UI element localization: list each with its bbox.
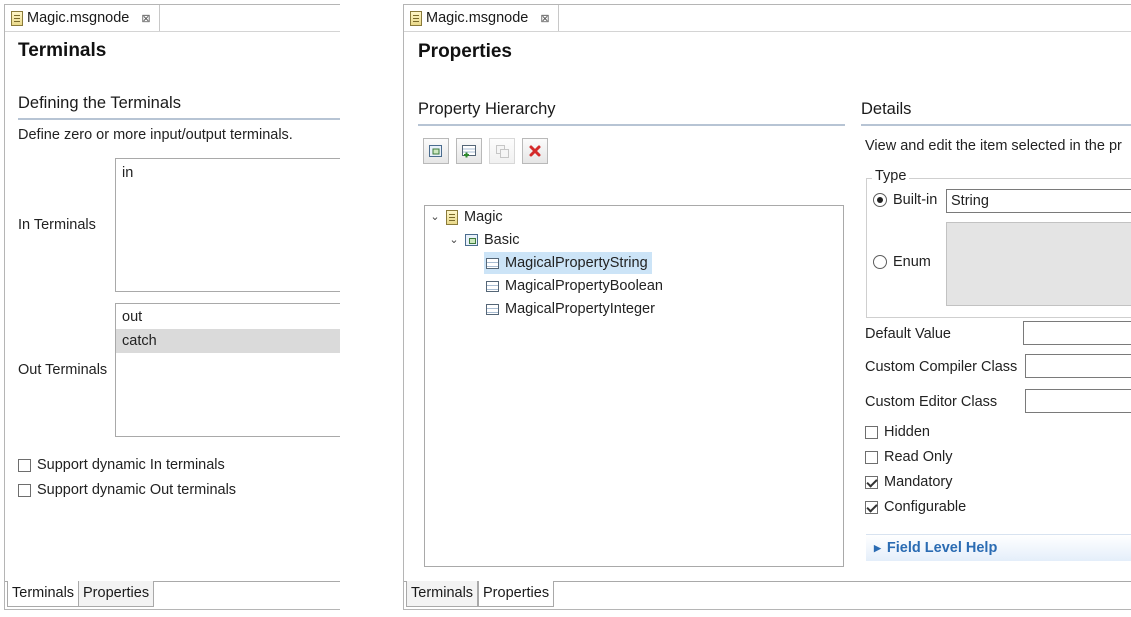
custom-compiler-class-label: Custom Compiler Class <box>865 359 1018 375</box>
tree-node-root[interactable]: ⌄ Magic <box>430 206 503 228</box>
editor-file-tab[interactable]: Magic.msgnode ⊠ <box>5 5 160 32</box>
hierarchy-divider <box>418 124 845 126</box>
add-category-button[interactable] <box>423 138 449 164</box>
file-tab-label: Magic.msgnode <box>27 10 130 26</box>
checkbox-box[interactable] <box>18 458 31 472</box>
property-icon <box>486 257 499 269</box>
tree-node-label: MagicalPropertyBoolean <box>505 278 663 294</box>
field-level-help-label: Field Level Help <box>886 540 998 556</box>
tab-terminals[interactable]: Terminals <box>406 581 479 607</box>
configurable-checkbox[interactable]: Configurable <box>865 499 966 515</box>
tree-node-property-selected[interactable]: MagicalPropertyString <box>484 252 652 274</box>
checkbox-box[interactable] <box>18 483 31 497</box>
close-icon[interactable]: ⊠ <box>540 12 549 25</box>
add-property-icon <box>462 145 476 158</box>
tree-node-property[interactable]: MagicalPropertyBoolean <box>486 275 663 297</box>
page-title: Properties <box>418 41 512 62</box>
tree-node-label: Magic <box>464 209 503 225</box>
in-terminals-list[interactable]: in <box>115 158 340 292</box>
enum-values-list[interactable] <box>946 222 1131 306</box>
delete-button[interactable] <box>522 138 548 164</box>
checkbox-label: Configurable <box>884 499 967 515</box>
add-category-icon <box>429 145 442 157</box>
checkbox-label: Mandatory <box>884 474 953 490</box>
tab-strip-divider <box>404 31 1131 32</box>
tree-node-label: MagicalPropertyInteger <box>505 301 655 317</box>
custom-editor-class-input[interactable] <box>1025 389 1131 413</box>
radio-button[interactable] <box>873 193 887 207</box>
delete-icon <box>529 145 541 157</box>
tab-strip-divider <box>5 31 340 32</box>
type-group-label: Type <box>872 168 910 184</box>
enum-radio[interactable]: Enum <box>873 254 931 270</box>
hidden-checkbox[interactable]: Hidden <box>865 424 930 440</box>
tab-properties[interactable]: Properties <box>478 581 555 607</box>
property-icon <box>486 303 499 315</box>
msgnode-icon <box>446 209 458 225</box>
checkbox-label: Support dynamic Out terminals <box>37 482 237 498</box>
editor-page-tabs: Terminals Properties <box>5 581 340 609</box>
support-dynamic-in-checkbox[interactable]: Support dynamic In terminals <box>18 457 225 473</box>
hierarchy-title: Property Hierarchy <box>418 100 556 118</box>
file-tab-label: Magic.msgnode <box>426 10 529 26</box>
tab-terminals[interactable]: Terminals <box>7 581 80 607</box>
msgnode-file-icon <box>11 10 23 26</box>
editor-file-tab[interactable]: Magic.msgnode ⊠ <box>404 5 559 32</box>
terminals-editor: Magic.msgnode ⊠ Terminals Defining the T… <box>4 4 340 610</box>
checkbox-box-checked[interactable] <box>865 500 878 514</box>
add-property-button[interactable] <box>456 138 482 164</box>
default-value-label: Default Value <box>865 326 951 342</box>
copy-icon <box>496 145 509 158</box>
radio-label: Enum <box>893 254 931 270</box>
mandatory-checkbox[interactable]: Mandatory <box>865 474 953 490</box>
tree-node-label: MagicalPropertyString <box>505 255 648 271</box>
tree-node-group[interactable]: ⌄ Basic <box>449 229 519 251</box>
field-level-help-section[interactable]: ▶ Field Level Help <box>866 534 1131 561</box>
tab-properties[interactable]: Properties <box>78 581 155 607</box>
section-title: Defining the Terminals <box>18 94 181 112</box>
checkbox-label: Support dynamic In terminals <box>37 457 225 473</box>
support-dynamic-out-checkbox[interactable]: Support dynamic Out terminals <box>18 482 236 498</box>
checkbox-box-checked[interactable] <box>865 475 878 489</box>
msgnode-file-icon <box>410 10 422 26</box>
copy-button[interactable] <box>489 138 515 164</box>
chevron-down-icon[interactable]: ⌄ <box>449 229 459 251</box>
in-terminals-label: In Terminals <box>18 217 96 233</box>
section-divider <box>18 118 340 120</box>
checkbox-label: Hidden <box>884 424 930 440</box>
chevron-down-icon[interactable]: ⌄ <box>430 206 440 228</box>
out-terminals-list[interactable]: out catch <box>115 303 340 437</box>
list-item[interactable]: in <box>116 161 340 185</box>
list-item-selected[interactable]: catch <box>116 329 340 353</box>
custom-compiler-class-input[interactable] <box>1025 354 1131 378</box>
properties-editor: Magic.msgnode ⊠ Properties Property Hier… <box>403 4 1131 610</box>
custom-editor-class-label: Custom Editor Class <box>865 394 998 410</box>
details-title: Details <box>861 100 912 118</box>
details-description: View and edit the item selected in the p… <box>865 138 1122 154</box>
editor-page-tabs: Terminals Properties <box>404 581 1131 609</box>
default-value-input[interactable] <box>1023 321 1131 345</box>
section-description: Define zero or more input/output termina… <box>18 127 293 143</box>
out-terminals-label: Out Terminals <box>18 362 108 378</box>
details-divider <box>861 124 1131 126</box>
read-only-checkbox[interactable]: Read Only <box>865 449 953 465</box>
checkbox-box[interactable] <box>865 425 878 439</box>
page-title: Terminals <box>18 40 107 61</box>
checkbox-label: Read Only <box>884 449 953 465</box>
checkbox-box[interactable] <box>865 450 878 464</box>
list-item[interactable]: out <box>116 305 340 329</box>
tree-node-label: Basic <box>484 232 520 248</box>
builtin-radio[interactable]: Built-in <box>873 192 937 208</box>
builtin-type-field[interactable]: String <box>946 189 1131 213</box>
radio-label: Built-in <box>893 192 938 208</box>
category-icon <box>465 234 478 246</box>
tree-node-property[interactable]: MagicalPropertyInteger <box>486 298 655 320</box>
close-icon[interactable]: ⊠ <box>141 12 150 25</box>
expand-triangle-icon[interactable]: ▶ <box>874 543 881 554</box>
radio-button[interactable] <box>873 255 887 269</box>
property-icon <box>486 280 499 292</box>
